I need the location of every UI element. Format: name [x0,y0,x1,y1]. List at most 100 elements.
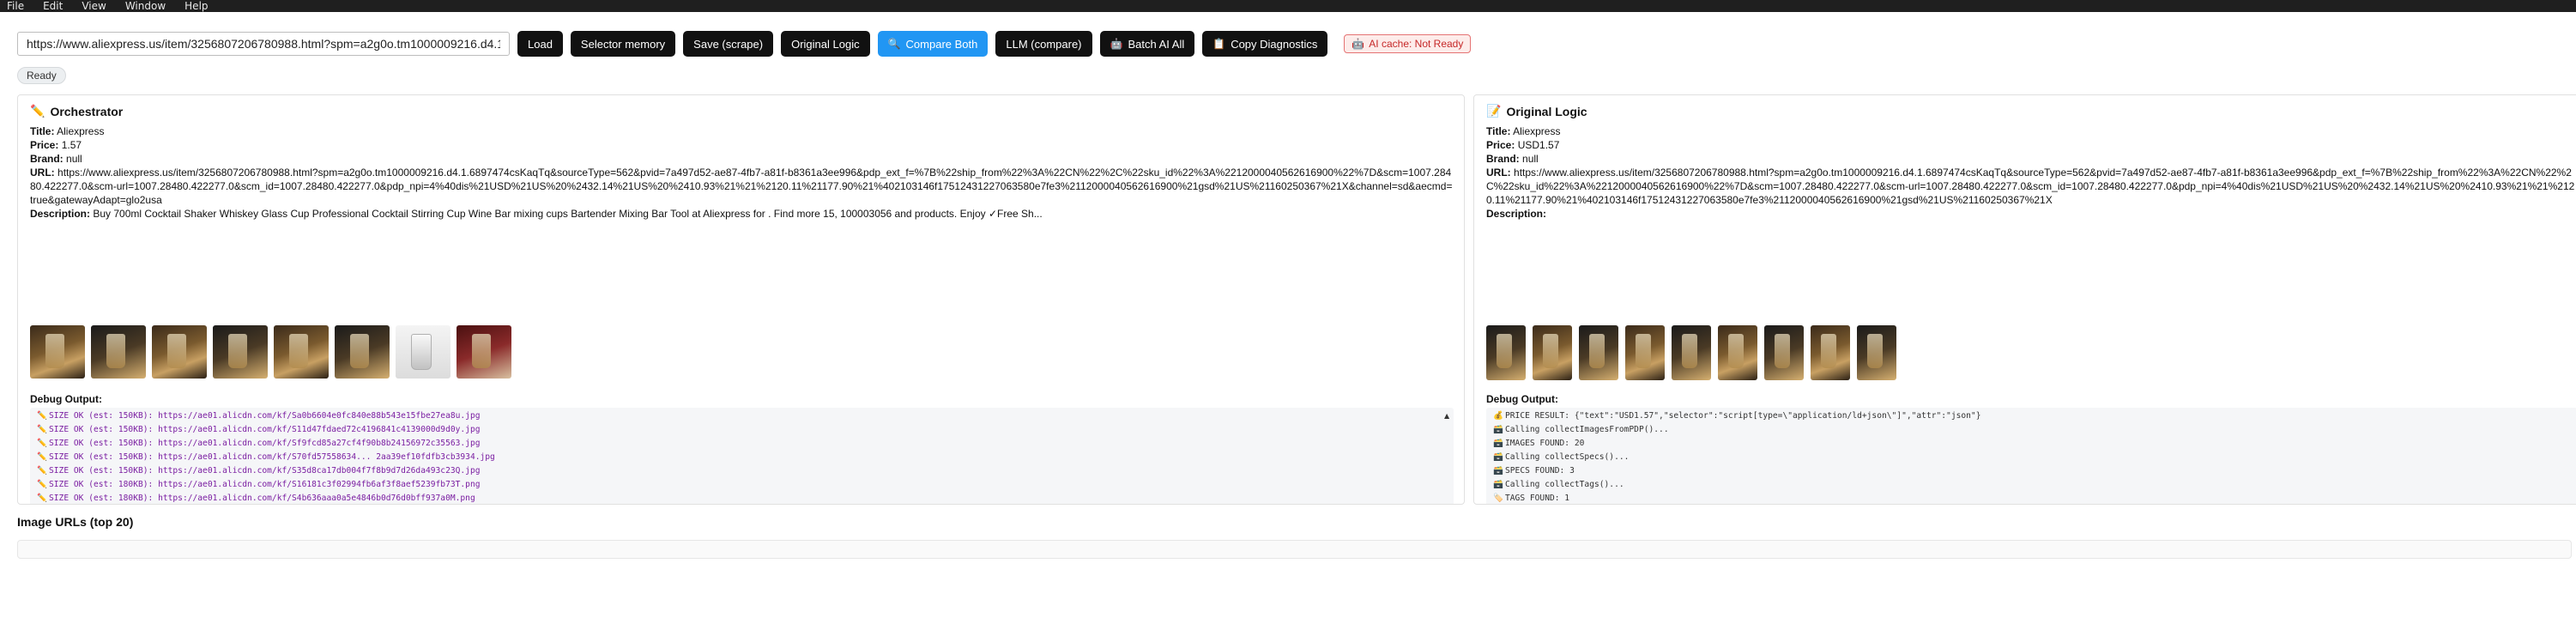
product-thumbnail[interactable] [1625,325,1665,380]
debug-line: ✏️ SIZE OK (est: 180KB): https://ae01.ali… [37,478,1447,492]
description-label: Description: [30,208,91,220]
log-icon: 🗃️ [1493,439,1503,448]
load-button[interactable]: Load [517,31,563,57]
product-thumbnail[interactable] [457,325,511,379]
orchestrator-title-label: Orchestrator [50,104,124,118]
debug-line: 💰 PRICE RESULT: {"text":"USD1.57","select… [1493,409,2571,423]
debug-line-text: Calling collectImagesFromPDP()... [1505,425,1669,434]
product-thumbnail[interactable] [1533,325,1572,380]
scroll-up-icon[interactable]: ▲ [1444,409,1449,423]
title-label: Title: [1486,125,1511,137]
llm-compare-button[interactable]: LLM (compare) [995,31,1092,57]
original-logic-panel: 📝 Original Logic Title: Aliexpress Price:… [1473,94,2576,505]
debug-line-text: SPECS FOUND: 3 [1505,466,1575,476]
product-thumbnail[interactable] [1718,325,1757,380]
log-icon: ✏️ [37,480,47,489]
url-label: URL: [30,167,55,179]
original-logic-button[interactable]: Original Logic [781,31,870,57]
product-thumbnail[interactable] [1579,325,1618,380]
selector-memory-button[interactable]: Selector memory [570,31,676,57]
original-logic-title: 📝 Original Logic [1486,104,1587,118]
product-thumbnail[interactable] [213,325,268,379]
brand-value: null [66,153,82,165]
debug-log[interactable]: 💰 PRICE RESULT: {"text":"USD1.57","select… [1486,408,2576,504]
orchestrator-thumbnails [30,325,511,379]
debug-line: ✏️ SIZE OK (est: 150KB): https://ae01.ali… [37,409,1447,423]
original-title-label: Original Logic [1506,104,1587,118]
product-thumbnail[interactable] [396,325,450,379]
debug-line: ✏️ SIZE OK (est: 150KB): https://ae01.ali… [37,423,1447,437]
debug-line: 🗃️ Calling collectTags()... [1493,478,2571,492]
compare-both-label: Compare Both [905,37,978,51]
debug-output-label: Debug Output: [1486,393,1558,405]
debug-line-text: PRICE RESULT: {"text":"USD1.57","selecto… [1505,411,1981,421]
batch-ai-all-button[interactable]: 🤖 Batch AI All [1099,31,1195,57]
menu-help[interactable]: Help [184,0,208,12]
orchestrator-title: ✏️ Orchestrator [30,104,123,118]
debug-line-text: TAGS FOUND: 1 [1505,494,1570,503]
menu-file[interactable]: File [7,0,24,12]
ai-cache-badge: 🤖 AI cache: Not Ready [1344,34,1472,53]
product-thumbnail[interactable] [1811,325,1850,380]
debug-output: ▲ ▼ ✏️SIZE OK (est: 150KB): https://ae01… [30,408,1454,504]
product-thumbnail[interactable] [335,325,390,379]
title-value: Aliexpress [1513,125,1561,137]
debug-line: 🗃️ SPECS FOUND: 3 [1493,464,2571,478]
debug-line-text: SIZE OK (est: 150KB): https://ae01.alicd… [49,466,481,476]
robot-icon: 🤖 [1351,38,1365,50]
debug-line: ✏️ SIZE OK (est: 150KB): https://ae01.ali… [37,451,1447,464]
copy-diagnostics-label: Copy Diagnostics [1231,37,1318,51]
menu-view[interactable]: View [82,0,106,12]
debug-line: ✏️ SIZE OK (est: 150KB): https://ae01.ali… [37,437,1447,451]
brand-label: Brand: [1486,153,1520,165]
image-urls-title: Image URLs (top 20) [17,515,134,529]
description-value: Buy 700ml Cocktail Shaker Whiskey Glass … [93,208,1043,220]
clipboard-icon: 📋 [1212,38,1226,50]
price-label: Price: [1486,139,1515,151]
menu-window[interactable]: Window [125,0,166,12]
debug-line: 🗃️ Calling collectImagesFromPDP()... [1493,423,2571,437]
ai-cache-label: AI cache: Not Ready [1369,38,1464,50]
product-thumbnail[interactable] [1672,325,1711,380]
image-urls-list [17,540,2572,559]
status-badge: Ready [17,67,66,84]
save-scrape-button[interactable]: Save (scrape) [683,31,774,57]
url-value: https://www.aliexpress.us/item/325680720… [1486,167,2575,206]
menu-edit[interactable]: Edit [43,0,63,12]
log-icon: 💰 [1493,411,1503,421]
original-thumbnails [1486,325,1896,380]
debug-line-text: SIZE OK (est: 180KB): https://ae01.alicd… [49,494,475,503]
toolbar: Load Selector memory Save (scrape) Origi… [17,31,2559,57]
log-icon: ✏️ [37,466,47,476]
original-fields: Title: Aliexpress Price: USD1.57 Brand: … [1486,124,2576,221]
magnifier-icon: 🔍 [887,38,901,50]
log-icon: 🗃️ [1493,452,1503,462]
debug-log[interactable]: ▲ ▼ ✏️SIZE OK (est: 150KB): https://ae01… [30,408,1454,504]
debug-line-text: SIZE OK (est: 150KB): https://ae01.alicd… [49,452,495,462]
debug-line-text: SIZE OK (est: 150KB): https://ae01.alicd… [49,411,481,421]
product-thumbnail[interactable] [1857,325,1896,380]
url-input[interactable] [17,32,510,56]
debug-line-text: IMAGES FOUND: 20 [1505,439,1585,448]
debug-line-text: SIZE OK (est: 180KB): https://ae01.alicd… [49,480,481,489]
log-icon: ✏️ [37,425,47,434]
product-thumbnail[interactable] [1486,325,1526,380]
pencil-icon: ✏️ [30,104,45,118]
debug-line: ✏️ SIZE OK (est: 150KB): https://ae01.ali… [37,464,1447,478]
product-thumbnail[interactable] [274,325,329,379]
debug-line-text: Calling collectTags()... [1505,480,1624,489]
product-thumbnail[interactable] [1764,325,1804,380]
debug-scrollbar[interactable]: ▲ ▼ [1443,409,1452,504]
log-icon: 🏷️ [1493,494,1503,503]
brand-value: null [1522,153,1539,165]
log-icon: 🗃️ [1493,480,1503,489]
product-thumbnail[interactable] [91,325,146,379]
price-label: Price: [30,139,59,151]
product-thumbnail[interactable] [152,325,207,379]
copy-diagnostics-button[interactable]: 📋 Copy Diagnostics [1202,31,1328,57]
log-icon: 🗃️ [1493,425,1503,434]
log-icon: ✏️ [37,452,47,462]
product-thumbnail[interactable] [30,325,85,379]
title-value: Aliexpress [57,125,105,137]
compare-both-button[interactable]: 🔍 Compare Both [877,31,989,57]
